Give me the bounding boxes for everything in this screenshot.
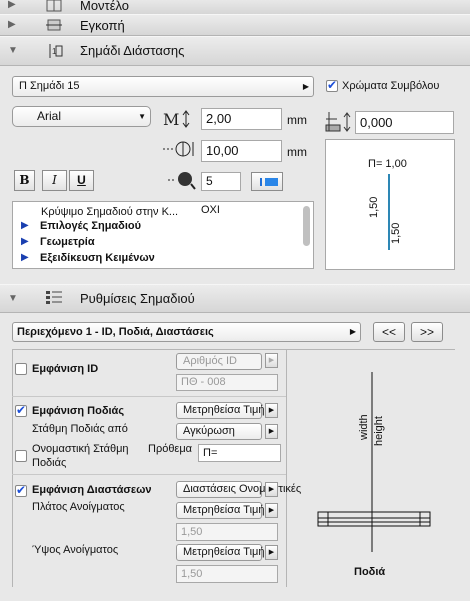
- diagram-width-label: width: [358, 414, 370, 440]
- nominal-sill-label-line1: Ονομαστική Στάθμη: [32, 443, 129, 455]
- right-offset-icon: [325, 112, 351, 132]
- sill-diagram: [317, 372, 431, 552]
- opening-height-select[interactable]: Μετρηθείσα Τιμή: [176, 544, 264, 561]
- panel-title: Εγκοπή: [80, 18, 125, 33]
- marker-settings-icon: [46, 291, 62, 304]
- symbol-colors-label: Χρώματα Συμβόλου: [342, 80, 440, 92]
- collapsed-triangle-icon[interactable]: ▶: [8, 19, 16, 30]
- show-sill-label: Εμφάνιση Ποδιάς: [32, 405, 125, 417]
- show-sill-checkbox[interactable]: [15, 403, 27, 417]
- dims-type-arrow-icon[interactable]: ▶: [265, 482, 278, 497]
- tree-expand-icon[interactable]: ▶: [21, 220, 29, 231]
- opening-width-label: Πλάτος Ανοίγματος: [32, 501, 125, 513]
- opening-width-arrow-icon[interactable]: ▶: [265, 503, 278, 518]
- offset-icon: [163, 141, 194, 157]
- settings-divider-sill: [12, 474, 286, 475]
- font-select[interactable]: Arial ▼: [12, 106, 151, 127]
- sill-value-select[interactable]: Μετρηθείσα Τιμή: [176, 402, 264, 419]
- panel-header-dimension-marker[interactable]: ▼ 1 Σημάδι Διάστασης: [0, 36, 470, 66]
- italic-button[interactable]: I: [42, 170, 67, 191]
- tree-row-hide-marker[interactable]: Κρύψιμο Σημαδιού στην Κ...: [41, 204, 178, 218]
- dims-type-select[interactable]: Διαστάσεις Ονομαστικές: [176, 481, 301, 498]
- dropdown-arrow-icon: ▼: [138, 112, 146, 121]
- expanded-triangle-icon[interactable]: ▼: [8, 45, 18, 56]
- tree-scrollbar[interactable]: [303, 206, 310, 246]
- settings-divider-vertical: [286, 349, 287, 587]
- tree-group-geometry[interactable]: Γεωμετρία: [40, 236, 95, 248]
- sill-level-select[interactable]: Αγκύρωση: [176, 423, 262, 440]
- diagram-height-label: height: [373, 416, 385, 446]
- preview-label-right: 1,50: [390, 222, 402, 244]
- tree-row-hide-marker-value: ΟΧΙ: [201, 204, 220, 216]
- settings-divider-id: [12, 396, 286, 397]
- svg-text:M: M: [163, 110, 179, 128]
- prefix-label: Πρόθεμα: [148, 443, 193, 455]
- panel-title: Μοντέλο: [80, 0, 130, 13]
- panel-title: Σημάδι Διάστασης: [80, 43, 185, 58]
- preview-label-left: 1,50: [368, 196, 380, 218]
- text-height-field[interactable]: 2,00: [201, 108, 282, 130]
- id-type-arrow-icon: ▶: [265, 353, 278, 368]
- id-value-field: ΠΘ - 008: [176, 374, 278, 391]
- prefix-field[interactable]: Π=: [198, 444, 281, 462]
- underline-button[interactable]: U: [69, 170, 94, 191]
- tree-group-text-customization[interactable]: Εξειδίκευση Κειμένων: [40, 252, 155, 264]
- prev-button[interactable]: <<: [373, 322, 405, 342]
- marker-preview: Π= 1,00 1,50 1,50: [325, 139, 455, 270]
- pen-color-swatch[interactable]: [251, 172, 283, 191]
- text-height-unit: mm: [287, 113, 307, 127]
- symbol-colors-checkbox[interactable]: [326, 78, 338, 92]
- tree-expand-icon[interactable]: ▶: [21, 252, 29, 263]
- offset-field[interactable]: 10,00: [201, 140, 282, 162]
- next-button[interactable]: >>: [411, 322, 443, 342]
- show-id-checkbox[interactable]: [15, 363, 27, 375]
- bold-button[interactable]: B: [14, 170, 35, 191]
- sill-level-arrow-icon[interactable]: ▶: [265, 424, 278, 439]
- opening-height-value: 1,50: [176, 565, 278, 583]
- pen-icon: [168, 172, 196, 190]
- tree-expand-icon[interactable]: ▶: [21, 236, 29, 247]
- marker-type-select[interactable]: Π Σημάδι 15 ▶: [12, 76, 314, 97]
- diagram-caption: Ποδιά: [354, 566, 386, 578]
- preview-label-top: Π= 1,00: [368, 158, 407, 170]
- show-dims-checkbox[interactable]: [15, 483, 27, 497]
- show-dims-label: Εμφάνιση Διαστάσεων: [32, 484, 152, 496]
- opening-height-label: Ύψος Ανοίγματος: [32, 544, 119, 556]
- model-icon: [46, 0, 62, 12]
- nominal-sill-label-line2: Ποδιάς: [32, 457, 67, 469]
- sill-value-arrow-icon[interactable]: ▶: [265, 403, 278, 418]
- settings-divider-left: [12, 349, 13, 587]
- right-value-field[interactable]: 0,000: [355, 111, 454, 134]
- opening-width-value: 1,50: [176, 523, 278, 541]
- panel-header-cut[interactable]: ▶ Εγκοπή: [0, 14, 470, 36]
- opening-height-arrow-icon[interactable]: ▶: [265, 545, 278, 560]
- pen-color-icon: [260, 178, 262, 186]
- id-type-select: Αριθμός ID: [176, 353, 262, 370]
- dimension-marker-icon: 1: [49, 44, 63, 58]
- opening-width-select[interactable]: Μετρηθείσα Τιμή: [176, 502, 264, 519]
- popup-arrow-icon: ▶: [349, 327, 356, 336]
- marker-options-tree[interactable]: Κρύψιμο Σημαδιού στην Κ... ΟΧΙ ▶ Επιλογέ…: [12, 201, 314, 269]
- offset-unit: mm: [287, 145, 307, 159]
- panel-header-marker-settings[interactable]: ▼ Ρυθμίσεις Σημαδιού: [0, 284, 470, 313]
- expanded-triangle-icon[interactable]: ▼: [8, 293, 18, 304]
- panel-title: Ρυθμίσεις Σημαδιού: [80, 291, 195, 306]
- text-height-icon: M: [163, 110, 190, 128]
- nominal-sill-checkbox[interactable]: [15, 450, 27, 462]
- collapsed-triangle-icon[interactable]: ▶: [8, 0, 16, 10]
- cut-icon: [46, 19, 62, 31]
- tree-group-marker-options[interactable]: Επιλογές Σημαδιού: [40, 220, 141, 232]
- sill-level-label: Στάθμη Ποδιάς από: [32, 423, 128, 435]
- popup-arrow-icon: ▶: [302, 82, 309, 91]
- pen-field[interactable]: 5: [201, 172, 241, 191]
- content-select[interactable]: Περιεχόμενο 1 - ID, Ποδιά, Διαστάσεις ▶: [12, 322, 361, 342]
- show-id-label: Εμφάνιση ID: [32, 363, 99, 375]
- panel-header-model[interactable]: ▶ Μοντέλο: [0, 0, 470, 15]
